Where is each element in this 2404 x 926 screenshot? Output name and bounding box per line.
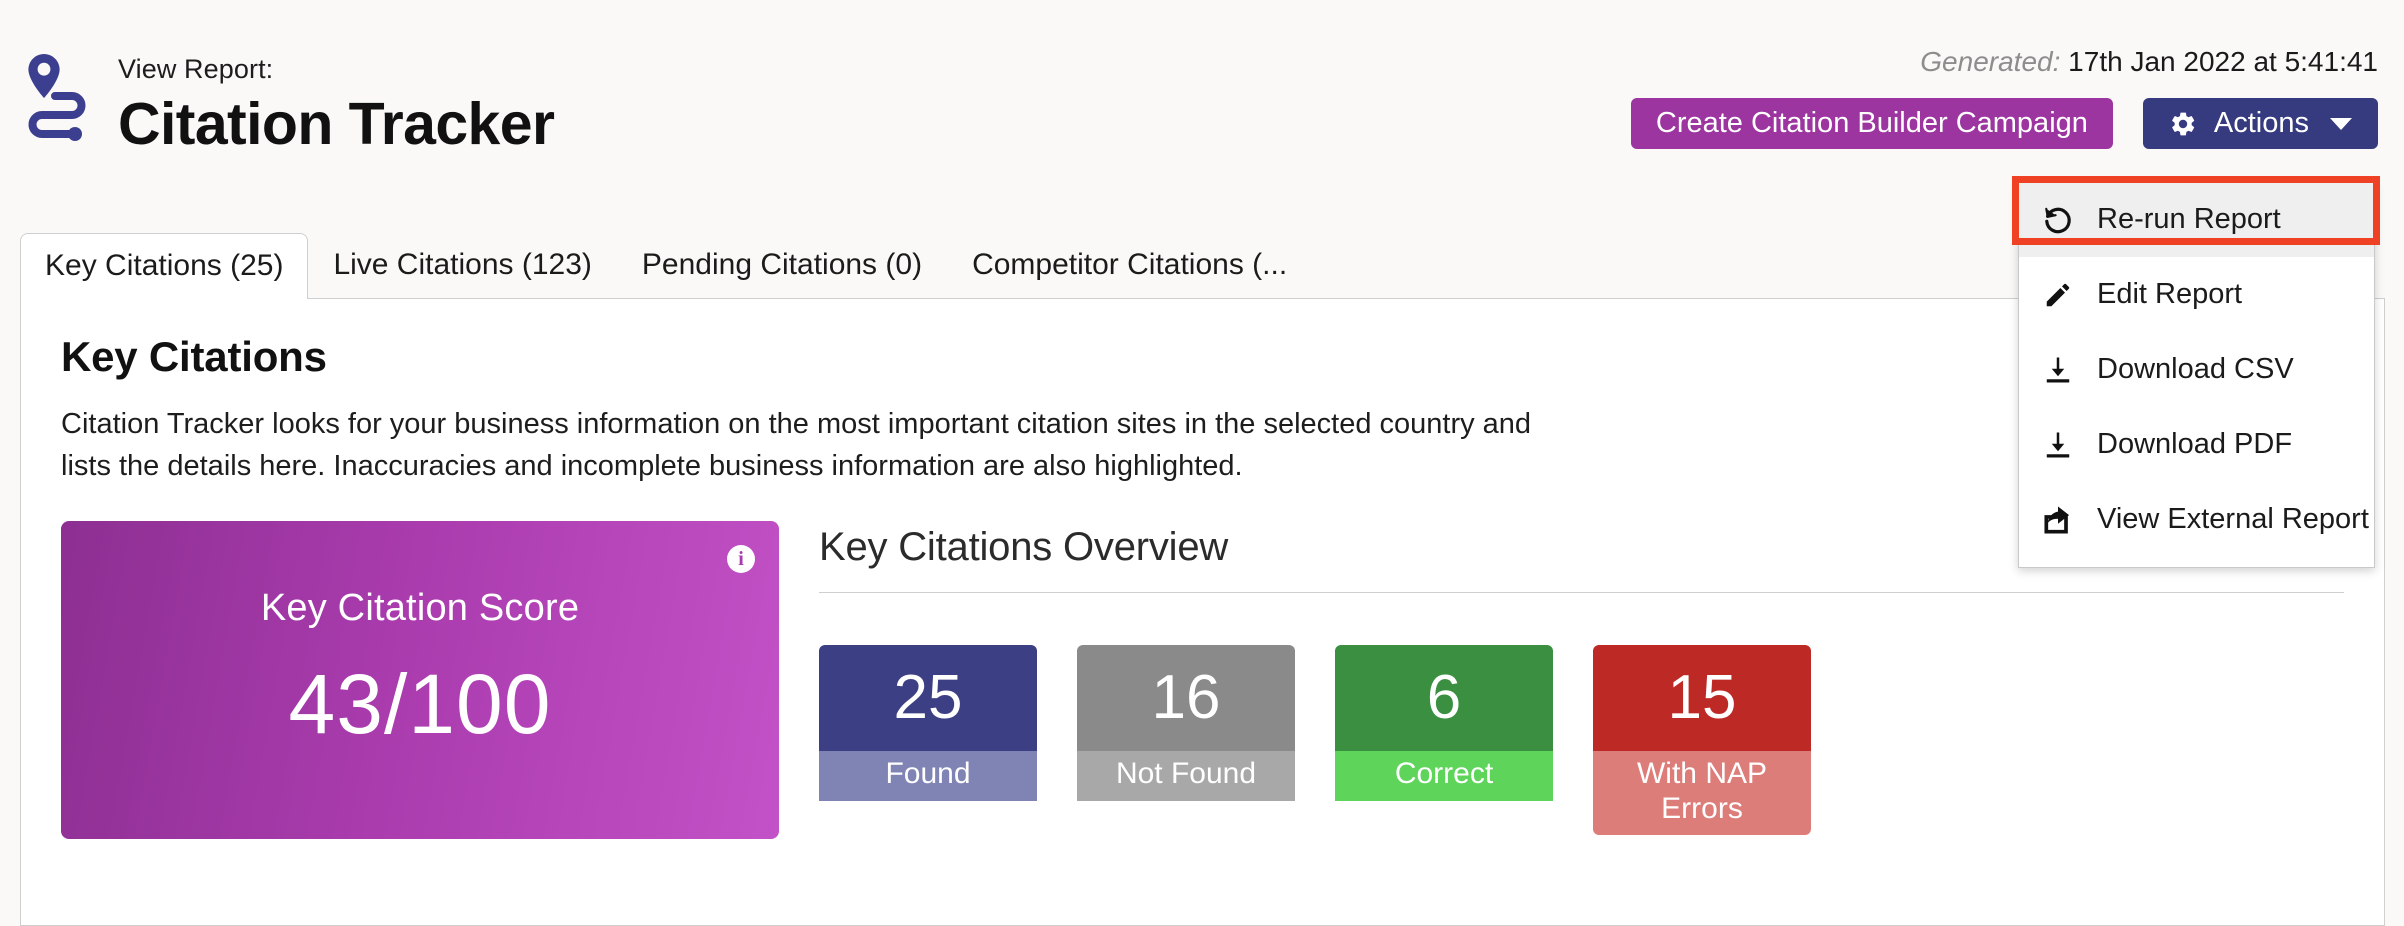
stat-label-with-nap-errors: With NAP Errors [1593, 751, 1811, 836]
section-description: Citation Tracker looks for your business… [61, 408, 1532, 483]
menu-item-label: Download CSV [2097, 353, 2294, 385]
tab-key-citations[interactable]: Key Citations (25) [20, 233, 309, 299]
info-icon[interactable]: i [727, 545, 755, 574]
key-citations-overview: Key Citations Overview 25 Found 16 Not F… [819, 521, 2344, 839]
stat-value-not-found: 16 [1077, 645, 1295, 752]
rerun-undo-icon [2041, 204, 2075, 236]
actions-dropdown-menu: Re-run Report Edit Report Download CSV D… [2018, 182, 2375, 568]
download-icon [2041, 430, 2075, 460]
external-share-icon [2041, 505, 2075, 535]
menu-item-label: Re-run Report [2097, 203, 2281, 235]
generated-label: Generated: [1920, 46, 2061, 77]
stat-card-correct[interactable]: 6 Correct [1335, 645, 1553, 835]
overview-body: i Key Citation Score 43/100 Key Citation… [61, 521, 2344, 840]
stat-card-not-found[interactable]: 16 Not Found [1077, 645, 1295, 835]
generated-timestamp: Generated: 17th Jan 2022 at 5:41:41 [1631, 48, 2378, 76]
stat-label-found: Found [819, 751, 1037, 801]
overview-divider [819, 592, 2344, 594]
location-route-icon [22, 50, 96, 142]
tab-live-citations[interactable]: Live Citations (123) [308, 232, 616, 298]
menu-item-re-run-report[interactable]: Re-run Report [2019, 182, 2374, 257]
header-right-cluster: Generated: 17th Jan 2022 at 5:41:41 Crea… [1630, 48, 2378, 149]
tab-competitor-citations[interactable]: Competitor Citations (... [947, 232, 1312, 298]
menu-item-view-external-report[interactable]: View External Report [2019, 482, 2374, 557]
menu-item-label: Edit Report [2097, 278, 2243, 310]
stat-card-found[interactable]: 25 Found [819, 645, 1037, 835]
generated-value: 17th Jan 2022 at 5:41:41 [2068, 46, 2378, 77]
stat-value-correct: 6 [1335, 645, 1553, 752]
overview-stat-row: 25 Found 16 Not Found 6 Correct 15 With … [819, 645, 2344, 836]
stat-card-with-nap-errors[interactable]: 15 With NAP Errors [1593, 645, 1811, 836]
brand-block: View Report: Citation Tracker [22, 50, 555, 157]
section-heading: Key Citations [61, 333, 327, 380]
tab-pending-citations[interactable]: Pending Citations (0) [617, 232, 947, 298]
key-citation-score-card: i Key Citation Score 43/100 [61, 521, 779, 840]
create-citation-builder-campaign-button[interactable]: Create Citation Builder Campaign [1630, 98, 2113, 149]
key-citation-score-value: 43/100 [288, 657, 552, 752]
menu-item-label: Download PDF [2097, 428, 2293, 460]
stat-label-not-found: Not Found [1077, 751, 1295, 801]
stat-value-found: 25 [819, 645, 1037, 752]
key-citation-score-label: Key Citation Score [260, 587, 580, 630]
menu-item-label: View External Report [2097, 503, 2369, 535]
menu-item-edit-report[interactable]: Edit Report [2019, 257, 2374, 332]
chevron-down-icon [2330, 117, 2352, 130]
citation-tracker-report-page: View Report: Citation Tracker Generated:… [0, 0, 2404, 926]
gear-icon [2169, 110, 2197, 138]
pencil-icon [2041, 280, 2075, 310]
stat-label-correct: Correct [1335, 751, 1553, 801]
stat-value-with-nap-errors: 15 [1593, 645, 1811, 752]
actions-button-label: Actions [2213, 107, 2309, 139]
report-tabs: Key Citations (25) Live Citations (123) … [20, 232, 1312, 299]
page-title: Citation Tracker [118, 91, 555, 157]
download-icon [2041, 355, 2075, 385]
menu-item-download-csv[interactable]: Download CSV [2019, 332, 2374, 407]
actions-button[interactable]: Actions [2142, 98, 2378, 149]
header-button-row: Create Citation Builder Campaign Actions [1630, 98, 2378, 149]
title-block: View Report: Citation Tracker [118, 50, 555, 157]
menu-item-download-pdf[interactable]: Download PDF [2019, 407, 2374, 482]
page-eyebrow: View Report: [118, 54, 274, 84]
